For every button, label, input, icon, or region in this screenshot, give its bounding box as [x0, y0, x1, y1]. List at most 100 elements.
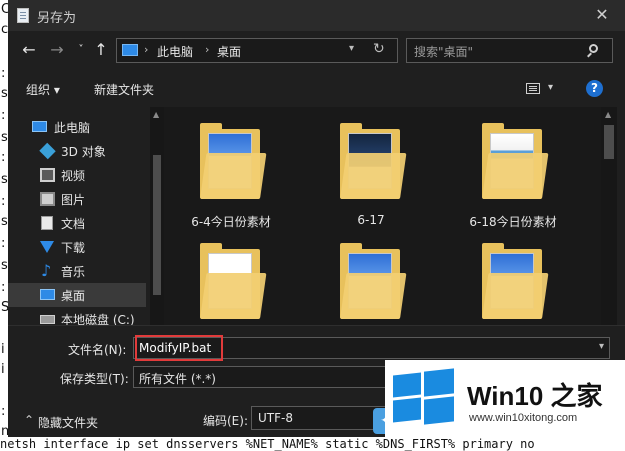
folder-item[interactable]: 6-17 [306, 115, 436, 227]
bg-char: : [1, 236, 6, 251]
encoding-select[interactable]: UTF-8 [251, 406, 391, 430]
bg-char: : [1, 404, 6, 419]
chevron-down-icon[interactable]: ▾ [349, 43, 354, 54]
downloads-icon [40, 241, 54, 253]
sidebar-item-label: 此电脑 [54, 121, 91, 135]
folder-icon [200, 243, 267, 319]
sidebar-item-label: 桌面 [61, 289, 86, 303]
navigation-bar: ← → ˅ ↑ › 此电脑 › 桌面 ▾ ↻ 搜索"桌面" [8, 31, 625, 71]
sidebar-item-label: 下载 [61, 241, 86, 255]
view-options-icon[interactable] [526, 83, 540, 94]
folder-icon [482, 123, 549, 199]
scroll-up-icon[interactable]: ▲ [153, 110, 159, 119]
sidebar-item-downloads[interactable]: 下载 [8, 235, 146, 259]
bg-char: s [1, 86, 8, 101]
filename-highlight-box [135, 335, 223, 361]
navigation-pane: 此电脑 3D 对象 视频 图片 文档 下载 ♪ 音乐 桌面 本地磁盘 (C:) [8, 107, 150, 325]
bg-char: : [1, 194, 6, 209]
sidebar-scrollbar[interactable]: ▲ [150, 107, 164, 325]
bg-char: s [1, 214, 8, 229]
bg-char: : [1, 280, 6, 295]
bg-char: i [1, 362, 5, 377]
computer-icon [32, 121, 47, 132]
folder-label: 6-17 [357, 213, 385, 227]
breadcrumb-separator: › [205, 43, 210, 56]
file-list: 6-4今日份素材 6-17 6-18今日份素材 [164, 107, 601, 325]
bg-char: s [1, 130, 8, 145]
bg-char: : [1, 150, 6, 165]
bg-char: i [1, 342, 5, 357]
sidebar-item-this-pc[interactable]: 此电脑 [8, 115, 146, 139]
3d-objects-icon [39, 142, 56, 160]
sidebar-item-label: 视频 [61, 169, 86, 183]
bg-char: : [1, 108, 6, 123]
folder-item[interactable]: 6-18今日份素材 [448, 115, 578, 229]
title-bar[interactable]: 另存为 ✕ [8, 0, 625, 31]
bg-char: s [1, 258, 8, 273]
folder-item[interactable] [306, 235, 436, 325]
filename-label: 文件名(N): [68, 343, 127, 357]
watermark-title: Win10 之家 [467, 381, 603, 411]
close-icon: ✕ [595, 5, 609, 24]
notepad-icon [17, 8, 29, 23]
scroll-up-icon[interactable]: ▲ [605, 110, 611, 119]
folder-icon [340, 123, 407, 199]
scrollbar-thumb[interactable] [153, 155, 161, 295]
up-button[interactable]: ↑ [90, 39, 112, 61]
sidebar-item-3d-objects[interactable]: 3D 对象 [8, 139, 146, 163]
documents-icon [41, 216, 53, 230]
search-icon[interactable] [589, 44, 598, 53]
breadcrumb-separator: › [144, 43, 149, 56]
pictures-icon [40, 192, 55, 206]
sidebar-item-label: 本地磁盘 (C:) [61, 313, 135, 325]
folder-label: 6-18今日份素材 [469, 215, 557, 229]
breadcrumb-desktop[interactable]: 桌面 [217, 43, 241, 60]
close-button[interactable]: ✕ [588, 3, 616, 27]
forward-button[interactable]: → [46, 39, 68, 61]
sidebar-item-music[interactable]: ♪ 音乐 [8, 259, 146, 283]
folder-item[interactable]: 6-4今日份素材 [166, 115, 296, 229]
windows-logo-icon [393, 368, 455, 426]
watermark-url: www.win10xitong.com [469, 412, 578, 424]
sidebar-item-desktop[interactable]: 桌面 [8, 283, 146, 307]
folder-icon [482, 243, 549, 319]
sidebar-item-label: 图片 [61, 193, 86, 207]
encoding-label: 编码(E): [203, 414, 248, 428]
new-folder-button[interactable]: 新建文件夹 [94, 81, 154, 98]
window-title: 另存为 [37, 11, 77, 26]
drive-icon [40, 315, 55, 324]
search-box[interactable]: 搜索"桌面" [406, 38, 613, 63]
sidebar-item-label: 文档 [61, 217, 86, 231]
address-bar[interactable]: › 此电脑 › 桌面 ▾ ↻ [116, 38, 398, 63]
sidebar-item-pictures[interactable]: 图片 [8, 187, 146, 211]
chevron-up-icon[interactable]: ⌃ [24, 413, 34, 427]
folder-icon [200, 123, 267, 199]
sidebar-item-label: 音乐 [61, 265, 86, 279]
music-icon: ♪ [41, 261, 52, 280]
breadcrumb-this-pc[interactable]: 此电脑 [157, 43, 193, 60]
refresh-icon[interactable]: ↻ [373, 41, 385, 57]
folder-item[interactable] [448, 235, 578, 325]
organize-button[interactable]: 组织 ▾ [26, 81, 60, 98]
watermark: Win10 之家 www.win10xitong.com [385, 360, 625, 438]
help-icon[interactable]: ? [586, 80, 603, 97]
filetype-label: 保存类型(T): [60, 372, 129, 386]
scrollbar-thumb[interactable] [604, 125, 614, 159]
chevron-down-icon[interactable]: ▾ [599, 341, 604, 352]
bg-char: s [1, 172, 8, 187]
file-list-scrollbar[interactable]: ▲ [601, 107, 617, 325]
video-icon [40, 168, 55, 182]
recent-locations-button[interactable]: ˅ [70, 39, 92, 61]
search-placeholder: 搜索"桌面" [414, 45, 474, 59]
sidebar-item-videos[interactable]: 视频 [8, 163, 146, 187]
sidebar-item-local-disk[interactable]: 本地磁盘 (C:) [8, 307, 146, 325]
folder-item[interactable] [166, 235, 296, 325]
folder-icon [340, 243, 407, 319]
chevron-down-icon[interactable]: ▾ [548, 82, 553, 93]
sidebar-item-documents[interactable]: 文档 [8, 211, 146, 235]
folder-label: 6-4今日份素材 [191, 215, 271, 229]
background-command-line: netsh interface ip set dnsservers %NET_N… [0, 437, 625, 451]
hide-folders-button[interactable]: 隐藏文件夹 [38, 414, 98, 431]
desktop-icon [40, 289, 55, 300]
back-button[interactable]: ← [18, 39, 40, 61]
